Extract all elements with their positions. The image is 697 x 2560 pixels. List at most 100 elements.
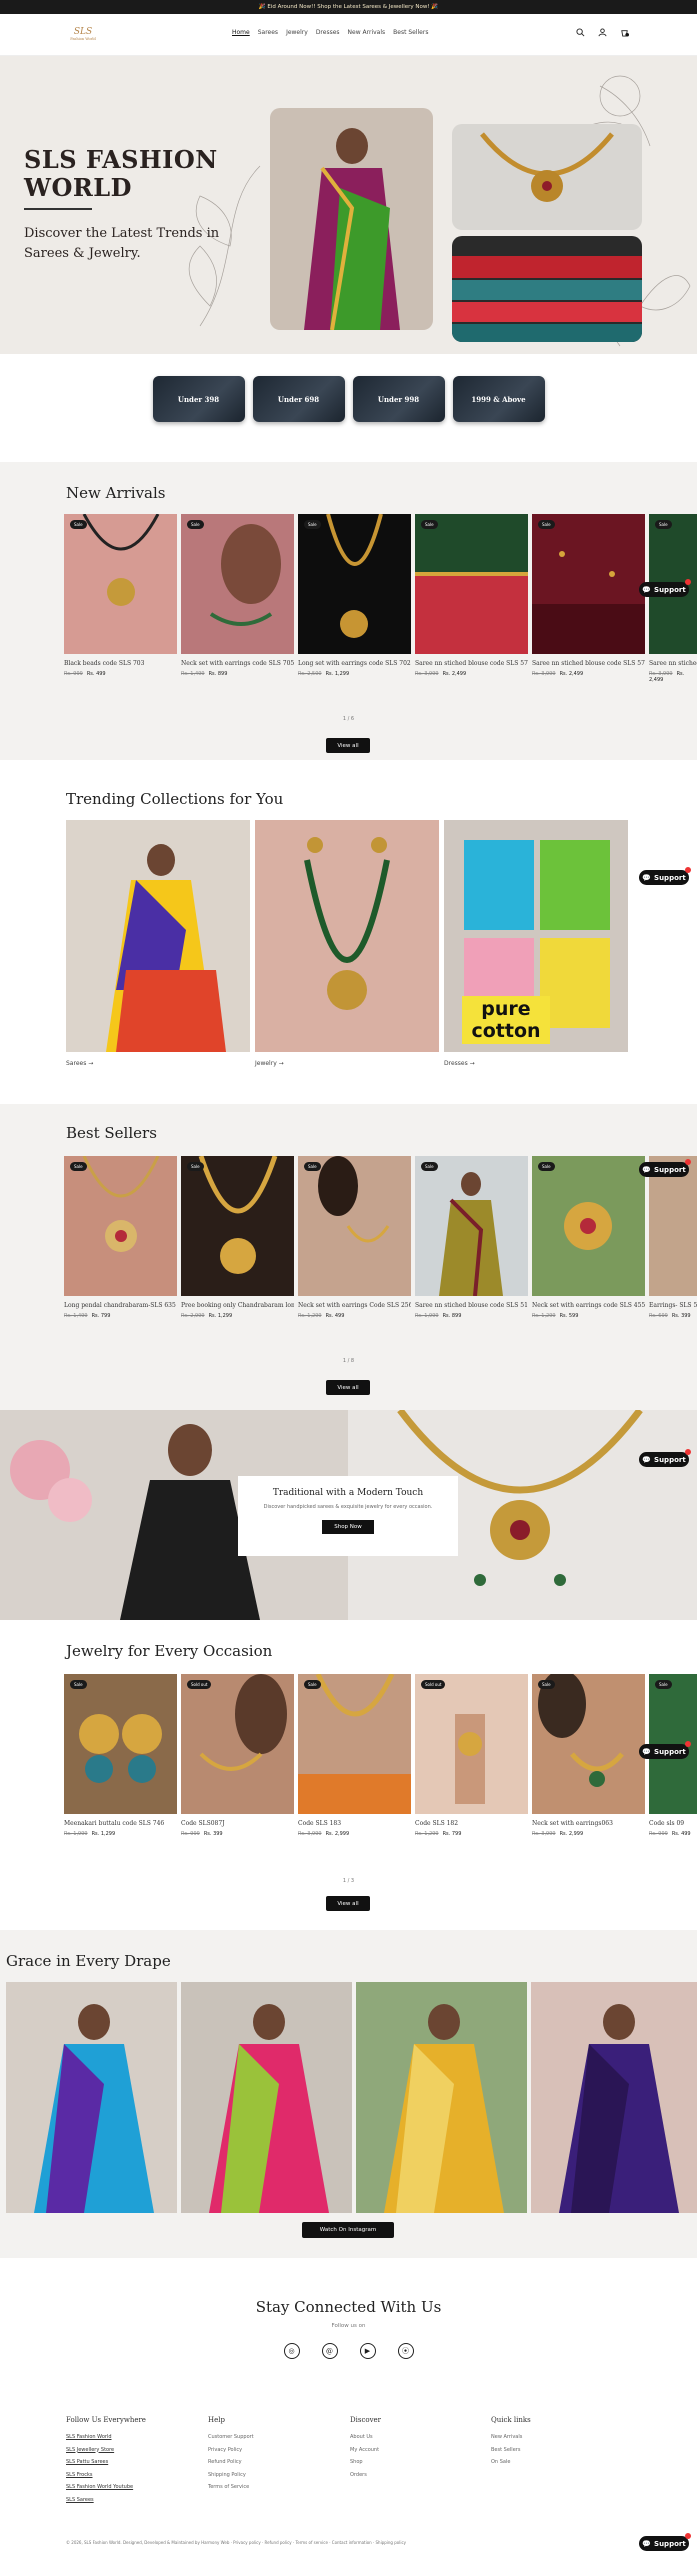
product-title[interactable]: Earrings- SLS 5 — [649, 1302, 697, 1310]
reel-card[interactable] — [356, 1982, 527, 2213]
price-pill-under-698[interactable]: Under 698 — [252, 376, 345, 422]
product-card[interactable]: Sale Long set with earrings code SLS 702 R… — [298, 514, 411, 683]
collection-label[interactable]: Dresses → — [444, 1060, 628, 1067]
footer-link[interactable]: SLS Sarees — [66, 2497, 146, 2503]
carousel-pager[interactable]: 1 / 3 — [0, 1878, 697, 1884]
product-title[interactable]: Code SLS087J — [181, 1820, 294, 1828]
product-title[interactable]: Code sls 09 — [649, 1820, 697, 1828]
footer-link[interactable]: Best Sellers — [491, 2447, 531, 2453]
product-card[interactable]: Earrings- SLS 5 Rs. 699 Rs. 399 — [649, 1156, 697, 1319]
product-card[interactable]: Sale Long pendal chandrabaram-SLS 635 Rs. … — [64, 1156, 177, 1319]
product-card[interactable]: Sold out Code SLS 182 Rs. 1,299 Rs. 799 — [415, 1674, 528, 1837]
nav-jewelry[interactable]: Jewelry — [286, 29, 308, 36]
product-title[interactable]: Saree nn stiched blouse code SLS 576 — [532, 660, 645, 668]
support-chat-button[interactable]: 💬Support — [639, 2533, 691, 2551]
price-pill-1999-above[interactable]: 1999 & Above — [452, 376, 545, 422]
product-card[interactable]: Sold out Code SLS087J Rs. 999 Rs. 399 — [181, 1674, 294, 1837]
nav-new-arrivals[interactable]: New Arrivals — [348, 29, 386, 36]
product-card[interactable]: Sale Black beads code SLS 703 Rs. 999 Rs. 4… — [64, 514, 177, 683]
product-title[interactable]: Saree nn stiched blouse code — [649, 660, 697, 668]
jewelry-section: Jewelry for Every Occasion Sale Meenakari… — [0, 1620, 697, 1930]
hero-necklace-image[interactable] — [452, 124, 642, 230]
product-card[interactable]: SaleSaree nn stiched blouse codeRs. 3,99… — [649, 514, 697, 683]
product-title[interactable]: Neck set with earrings063 — [532, 1820, 645, 1828]
support-chat-button[interactable]: 💬Support — [639, 867, 691, 885]
product-title[interactable]: Long pendal chandrabaram-SLS 635 — [64, 1302, 177, 1310]
nav-best-sellers[interactable]: Best Sellers — [393, 29, 428, 36]
footer-link[interactable]: New Arrivals — [491, 2434, 531, 2440]
footer-link[interactable]: SLS Jewellery Store — [66, 2447, 146, 2453]
product-title[interactable]: Saree nn stiched blouse code SLS 517 — [415, 1302, 528, 1310]
carousel-pager[interactable]: 1 / 6 — [0, 716, 697, 722]
nav-home[interactable]: Home — [232, 29, 250, 36]
footer-link[interactable]: Terms of Service — [208, 2484, 254, 2490]
support-chat-button[interactable]: 💬Support — [639, 1449, 691, 1467]
support-chat-button[interactable]: 💬Support — [639, 1741, 691, 1759]
new-arrivals-view-all-button[interactable]: View all — [326, 738, 370, 753]
footer-link[interactable]: Customer Support — [208, 2434, 254, 2440]
shop-now-button[interactable]: Shop Now — [322, 1520, 374, 1534]
footer-link[interactable]: Privacy Policy — [208, 2447, 254, 2453]
footer-link[interactable]: Refund Policy — [208, 2459, 254, 2465]
footer-link[interactable]: My Account — [350, 2447, 381, 2453]
product-title[interactable]: Saree nn stiched blouse code SLS 578 — [415, 660, 528, 668]
product-title[interactable]: Pree booking only Chandrabaram long with… — [181, 1302, 294, 1310]
product-title[interactable]: Code SLS 183 — [298, 1820, 411, 1828]
footer-link[interactable]: Shop — [350, 2459, 381, 2465]
product-title[interactable]: Black beads code SLS 703 — [64, 660, 177, 668]
product-title[interactable]: Long set with earrings code SLS 702 — [298, 660, 411, 668]
reel-card[interactable] — [181, 1982, 352, 2213]
search-icon[interactable] — [576, 28, 585, 37]
product-card[interactable]: Sale Neck set with earrings code SLS 455 R… — [532, 1156, 645, 1319]
collection-card-dresses[interactable]: pure cotton Dresses → — [444, 820, 628, 1067]
banner-title: Traditional with a Modern Touch — [272, 1488, 424, 1498]
product-card[interactable]: Sale Neck set with earrings code SLS 705 R… — [181, 514, 294, 683]
watch-on-instagram-button[interactable]: Watch On Instagram — [302, 2222, 394, 2238]
support-chat-button[interactable]: 💬Support — [639, 579, 691, 597]
product-title[interactable]: Neck set with earrings code SLS 705 — [181, 660, 294, 668]
product-title[interactable]: Code SLS 182 — [415, 1820, 528, 1828]
product-title[interactable]: Neck set with earrings Code SLS 256 — [298, 1302, 411, 1310]
youtube-icon[interactable]: ▶ — [359, 2343, 376, 2359]
support-chat-button[interactable]: 💬Support — [639, 1159, 691, 1177]
collection-card-jewelry[interactable]: Jewelry → — [255, 820, 439, 1067]
collection-label[interactable]: Jewelry → — [255, 1060, 439, 1067]
product-card[interactable]: Sale Neck set with earrings Code SLS 256 R… — [298, 1156, 411, 1319]
footer-link[interactable]: SLS Fashion World Youtube — [66, 2484, 146, 2490]
footer-link[interactable]: On Sale — [491, 2459, 531, 2465]
hero-saree-image[interactable] — [270, 108, 433, 330]
price-pill-under-398[interactable]: Under 398 — [152, 376, 245, 422]
footer-link[interactable]: SLS Frocks — [66, 2472, 146, 2478]
product-title[interactable]: Neck set with earrings code SLS 455 — [532, 1302, 645, 1310]
location-icon[interactable]: ⦿ — [397, 2343, 414, 2359]
collection-label[interactable]: Sarees → — [66, 1060, 250, 1067]
cart-icon[interactable] — [620, 28, 629, 37]
product-card[interactable]: Sale Neck set with earrings063 Rs. 3,999 Rs… — [532, 1674, 645, 1837]
jewelry-view-all-button[interactable]: View all — [326, 1896, 370, 1911]
price-pill-under-998[interactable]: Under 998 — [352, 376, 445, 422]
product-card[interactable]: Sale Saree nn stiched blouse code SLS 517… — [415, 1156, 528, 1319]
product-card[interactable]: Sale Saree nn stiched blouse code SLS 576… — [532, 514, 645, 683]
hero-saree-stack-image[interactable] — [452, 236, 642, 342]
threads-icon[interactable]: @ — [321, 2343, 338, 2359]
nav-dresses[interactable]: Dresses — [316, 29, 340, 36]
footer-link[interactable]: About Us — [350, 2434, 381, 2440]
footer-link[interactable]: Orders — [350, 2472, 381, 2478]
reel-card[interactable] — [531, 1982, 697, 2213]
product-title[interactable]: Meenakari buttalu code SLS 746 — [64, 1820, 177, 1828]
product-card[interactable]: Sale Meenakari buttalu code SLS 746 Rs. 1,… — [64, 1674, 177, 1837]
reel-card[interactable] — [6, 1982, 177, 2213]
footer-link[interactable]: Shipping Policy — [208, 2472, 254, 2478]
best-sellers-view-all-button[interactable]: View all — [326, 1380, 370, 1395]
account-icon[interactable] — [598, 28, 607, 37]
collection-card-sarees[interactable]: Sarees → — [66, 820, 250, 1067]
product-card[interactable]: Sale Saree nn stiched blouse code SLS 578… — [415, 514, 528, 683]
instagram-icon[interactable]: ◎ — [283, 2343, 300, 2359]
nav-sarees[interactable]: Sarees — [258, 29, 278, 36]
product-card[interactable]: Sale Code SLS 183 Rs. 3,999 Rs. 2,999 — [298, 1674, 411, 1837]
carousel-pager[interactable]: 1 / 8 — [0, 1358, 697, 1364]
footer-link[interactable]: SLS Fashion World — [66, 2434, 146, 2440]
product-card[interactable]: Sale Pree booking only Chandrabaram long … — [181, 1156, 294, 1319]
footer-link[interactable]: SLS Pattu Sarees — [66, 2459, 146, 2465]
logo[interactable]: SLS Fashion World — [66, 21, 100, 49]
